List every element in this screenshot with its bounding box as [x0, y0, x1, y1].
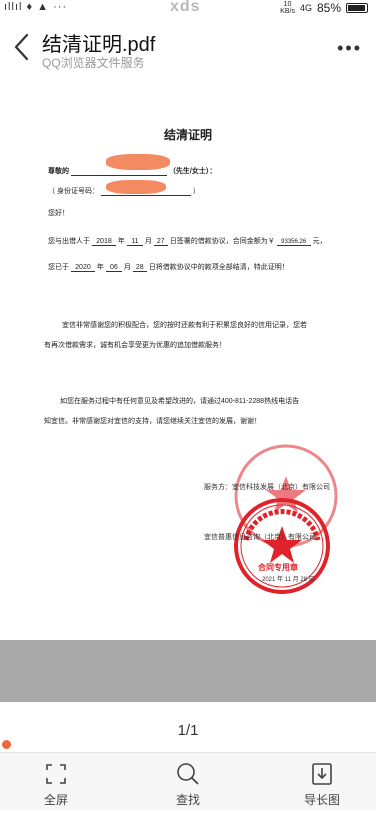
greeting: 您好！ — [48, 210, 69, 217]
battery-icon — [346, 3, 368, 13]
loan-month: 11 — [126, 238, 143, 246]
pdf-page: 结清证明 尊敬的 （先生/女士）： （ 身份证号码： ） 您好！ 您与出借人于 … — [0, 92, 376, 640]
status-right: 10 KB/s 4G 85% — [280, 1, 368, 15]
salutation-prefix: 尊敬的 — [48, 168, 69, 175]
settle-month: 06 — [105, 264, 122, 272]
document-title: 结清证明 — [163, 128, 212, 142]
viewer-background — [0, 640, 376, 702]
id-prefix: （ 身份证号码： — [48, 188, 99, 195]
network-type: 4G — [299, 3, 312, 13]
paragraph-3-line-2: 知宜信。非常感谢您对宜信的支持，请您继续关注宜信的发展，谢谢！ — [44, 418, 261, 425]
fullscreen-button[interactable]: 全屏 — [16, 761, 96, 808]
status-center-text: xds — [170, 0, 201, 15]
loan-line: 您与出借人于 2018 年 11 月 27 日签署的借款协议，合同金额为￥ 93… — [48, 238, 327, 246]
redaction-mark — [106, 180, 166, 194]
loan-day: 27 — [153, 238, 168, 246]
paragraph-2-line-1: 宜信非常感谢您的积极配合，您的按时还款有利于积累您良好的信用记录，您若 — [62, 322, 307, 329]
chevron-left-icon — [14, 33, 29, 61]
more-options-button[interactable]: ••• — [337, 38, 362, 59]
export-long-image-button[interactable]: 导长图 — [282, 761, 362, 808]
signatory-2: 宜信普惠信息咨询（北京）有限公司 — [204, 534, 316, 541]
navigation-bar — [0, 812, 376, 826]
paragraph-2-line-2: 有再次借款需求，诚有机会享受更为优惠的追加借款服务！ — [44, 342, 226, 349]
search-icon — [148, 761, 228, 787]
fullscreen-label: 全屏 — [43, 793, 68, 807]
redaction-mark — [106, 154, 170, 170]
settle-day: 28 — [132, 264, 147, 272]
net-speed: 10 KB/s — [280, 1, 295, 15]
file-title: 结清证明.pdf — [42, 34, 156, 56]
long-image-icon — [282, 761, 362, 787]
battery-percent: 85% — [316, 1, 341, 15]
settlement-line: 您已于 2020 年 06 月 28 日将借款协议中的款项全部结清，特此证明！ — [48, 264, 289, 272]
signatory-1: 服务方：宜信科技发展（北京）有限公司 — [204, 484, 330, 491]
page-progress-bar[interactable] — [0, 740, 376, 749]
fullscreen-icon — [16, 761, 96, 787]
paragraph-3-line-1: 如您在服务过程中有任何意见及希望改进的，请通过400-811-2288热线电话告 — [60, 398, 300, 405]
seal-text: 合同专用章 — [258, 563, 298, 572]
bottom-toolbar: 全屏 查找 导长图 — [0, 752, 376, 810]
status-bar: ıllıl ♦ ▲ ··· xds 10 KB/s 4G 85% — [0, 0, 376, 18]
app-header: 结清证明.pdf QQ浏览器文件服务 ••• — [0, 20, 376, 74]
settle-year: 2020 — [70, 264, 95, 272]
back-button[interactable] — [8, 30, 36, 64]
search-button[interactable]: 查找 — [148, 761, 228, 808]
progress-handle[interactable] — [2, 740, 11, 749]
export-label: 导长图 — [303, 793, 340, 807]
id-suffix: ） — [192, 188, 200, 195]
file-subtitle: QQ浏览器文件服务 — [42, 56, 145, 70]
issue-date: 2021 年 11 月 28 日 — [262, 577, 315, 583]
search-label: 查找 — [175, 793, 200, 807]
page-indicator: 1/1 — [177, 722, 199, 739]
loan-year: 2018 — [91, 238, 116, 246]
signal-indicators: ıllıl ♦ ▲ ··· — [4, 1, 68, 13]
loan-amount: 93356.26 — [276, 239, 311, 246]
salutation-suffix: （先生/女士）： — [168, 168, 217, 175]
